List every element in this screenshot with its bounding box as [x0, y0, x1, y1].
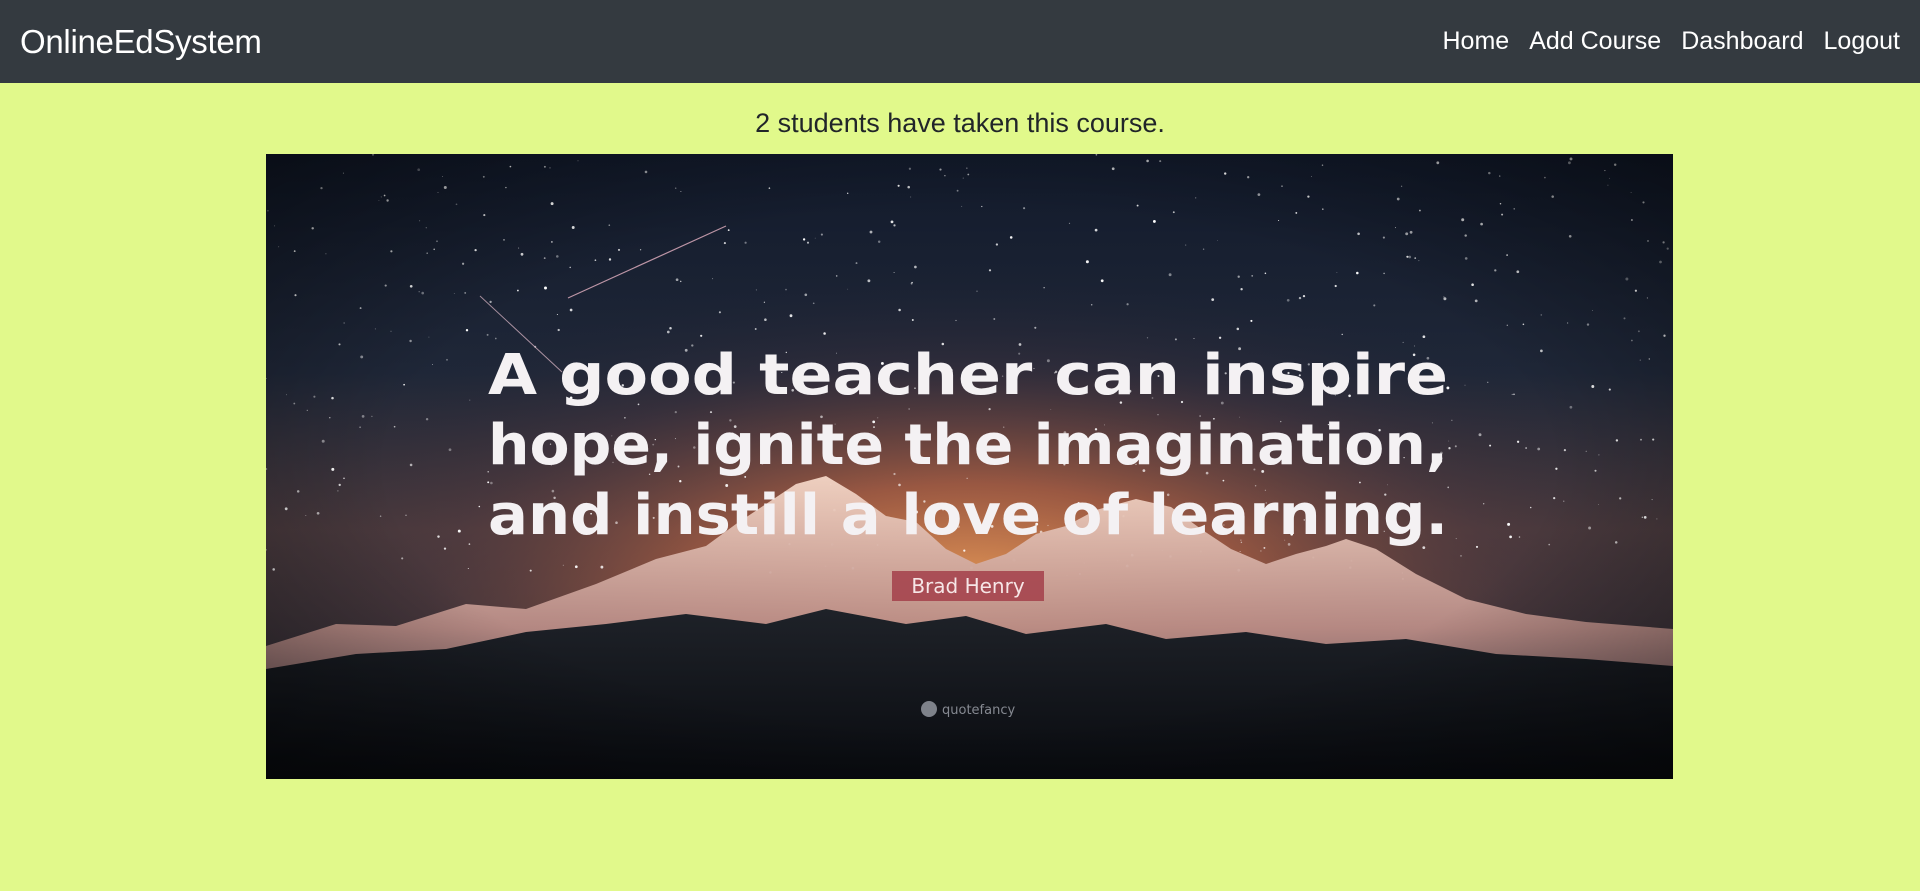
- quote-line-1: A good teacher can inspire: [488, 343, 1448, 408]
- nav-link-logout[interactable]: Logout: [1824, 27, 1900, 56]
- course-banner-image: A good teacher can inspire hope, ignite …: [266, 154, 1673, 779]
- author-name: Brad Henry: [911, 574, 1024, 598]
- nav-link-dashboard[interactable]: Dashboard: [1681, 27, 1803, 56]
- quotefancy-logo-icon: [921, 701, 937, 717]
- quote-line-2: hope, ignite the imagination,: [488, 413, 1448, 478]
- quote-text: A good teacher can inspire hope, ignite …: [488, 343, 1448, 548]
- students-count-text: 2 students have taken this course.: [755, 108, 1165, 138]
- nav-links: Home Add Course Dashboard Logout: [1443, 27, 1901, 56]
- top-navbar: OnlineEdSystem Home Add Course Dashboard…: [0, 0, 1920, 83]
- watermark-text: quotefancy: [942, 703, 1015, 718]
- nav-link-home[interactable]: Home: [1443, 27, 1510, 56]
- brand-link[interactable]: OnlineEdSystem: [20, 23, 262, 61]
- quote-line-3: and instill a love of learning.: [488, 483, 1448, 548]
- nav-link-add-course[interactable]: Add Course: [1529, 27, 1661, 56]
